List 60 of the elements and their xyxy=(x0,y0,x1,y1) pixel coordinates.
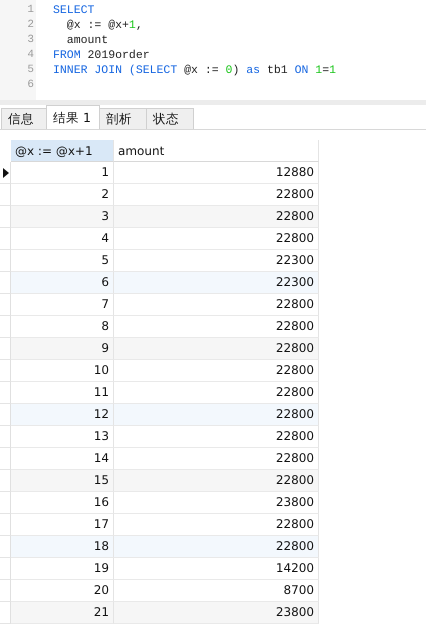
table-cell: 22800 xyxy=(114,206,319,228)
table-cell: 7 xyxy=(11,294,114,316)
code-line: amount xyxy=(66,33,110,48)
table-cell: 23800 xyxy=(114,492,319,514)
table-cell: 4 xyxy=(11,228,114,250)
table-row[interactable]: 16 23800 xyxy=(0,492,426,514)
column-header[interactable]: @x := @x+1 xyxy=(11,140,114,162)
table-cell: 22800 xyxy=(114,228,319,250)
table-cell: 13 xyxy=(11,426,114,448)
table-row[interactable]: 13 22800 xyxy=(0,426,426,448)
table-row[interactable]: 15 22800 xyxy=(0,470,426,492)
table-row[interactable]: 6 22300 xyxy=(0,272,426,294)
table-cell: 12880 xyxy=(114,162,319,184)
line-number: 2 xyxy=(26,18,35,33)
table-cell: 15 xyxy=(11,470,114,492)
table-cell: 18 xyxy=(11,536,114,558)
table-row[interactable]: 7 22800 xyxy=(0,294,426,316)
table-cell: 23800 xyxy=(114,602,319,624)
table-cell: 22300 xyxy=(114,272,319,294)
result-tab[interactable]: 剖析 xyxy=(99,108,147,129)
table-cell: 14200 xyxy=(114,558,319,580)
result-tab[interactable]: 状态 xyxy=(146,108,194,129)
line-number: 1 xyxy=(26,3,35,18)
table-cell: 22800 xyxy=(114,294,319,316)
table-row[interactable]: 9 22800 xyxy=(0,338,426,360)
line-number: 3 xyxy=(26,33,35,48)
result-tab[interactable]: 信息 xyxy=(1,108,47,129)
code-line: INNER JOIN (SELECT @x := 0) as tb1 ON 1=1 xyxy=(53,63,338,78)
code-line: SELECT xyxy=(53,3,96,18)
code-line: @x := @x+1, xyxy=(66,18,144,33)
table-cell: 1 xyxy=(11,162,114,184)
table-cell: 22800 xyxy=(114,404,319,426)
table-cell: 22800 xyxy=(114,360,319,382)
column-header[interactable]: amount xyxy=(114,140,319,162)
line-number: 6 xyxy=(26,78,35,93)
table-cell: 10 xyxy=(11,360,114,382)
table-cell: 9 xyxy=(11,338,114,360)
table-cell: 22800 xyxy=(114,338,319,360)
table-cell: 19 xyxy=(11,558,114,580)
table-cell: 6 xyxy=(11,272,114,294)
table-row[interactable]: 18 22800 xyxy=(0,536,426,558)
row-header[interactable] xyxy=(0,162,11,184)
code-line: FROM 2019order xyxy=(53,48,151,63)
line-number: 4 xyxy=(26,48,35,63)
table-cell: 16 xyxy=(11,492,114,514)
table-cell: 22800 xyxy=(114,536,319,558)
table-cell: 22800 xyxy=(114,426,319,448)
line-number: 5 xyxy=(26,63,35,78)
table-cell: 22800 xyxy=(114,470,319,492)
table-cell: 21 xyxy=(11,602,114,624)
table-row[interactable]: 12 22800 xyxy=(0,404,426,426)
table-cell: 3 xyxy=(11,206,114,228)
table-row[interactable]: 1 12880 xyxy=(0,162,426,184)
table-row[interactable]: 3 22800 xyxy=(0,206,426,228)
table-row[interactable]: 4 22800 xyxy=(0,228,426,250)
table-row[interactable]: 10 22800 xyxy=(0,360,426,382)
table-row[interactable]: 19 14200 xyxy=(0,558,426,580)
table-cell: 12 xyxy=(11,404,114,426)
table-row[interactable]: 21 23800 xyxy=(0,602,426,624)
current-row-icon xyxy=(3,168,9,178)
